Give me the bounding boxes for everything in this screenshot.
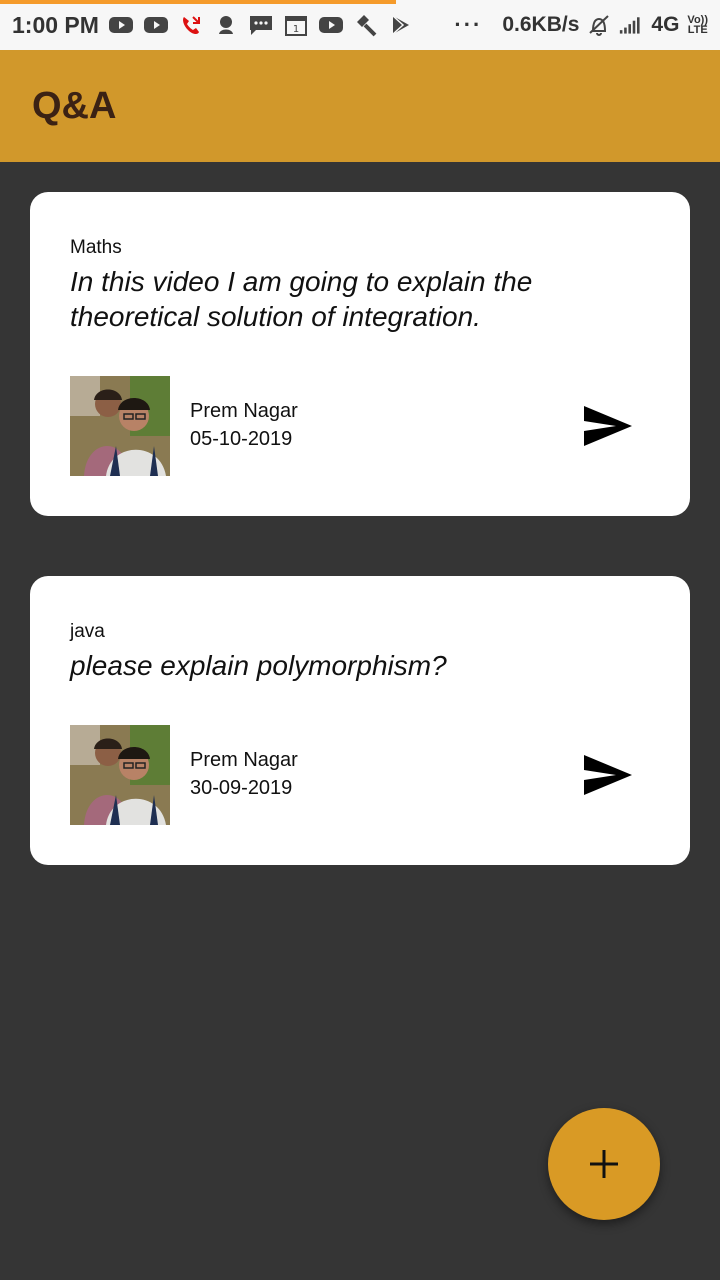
send-button[interactable] [582,404,634,448]
author-avatar [70,376,170,476]
play-store-icon [389,14,413,36]
missed-call-icon [179,14,203,36]
app-bar: Q&A [0,50,720,162]
plus-icon [590,1150,618,1178]
more-notifications-indicator: ··· [454,12,483,37]
youtube-icon [108,14,133,36]
avatar-notification-icon [214,14,238,36]
youtube-icon [318,14,343,36]
svg-text:1: 1 [293,24,299,35]
network-speed: 0.6KB/s [502,13,580,36]
signal-icon [619,14,643,36]
status-bar: 1:00 PM 1 ··· 0.6KB/s 4G Vo)) LTE [0,0,720,50]
question-subject: Maths [70,237,122,258]
message-icon [249,14,273,36]
youtube-icon [143,14,168,36]
volte-indicator: Vo)) LTE [687,15,708,36]
post-date: 30-09-2019 [190,777,293,799]
hammer-icon [354,14,378,37]
author-name: Prem Nagar [190,400,298,422]
volte-bottom: LTE [687,24,708,36]
add-question-button[interactable] [548,1108,660,1220]
status-time: 1:00 PM [12,11,99,38]
page-title: Q&A [32,84,117,127]
author-avatar [70,725,170,825]
alarm-off-icon [587,14,611,36]
send-button[interactable] [582,753,634,797]
question-text: please explain polymorphism? [70,650,447,681]
question-card[interactable]: Maths In this video I am going to explai… [30,192,690,516]
question-card[interactable]: java please explain polymorphism? Prem N… [30,576,690,865]
loading-progress [0,0,396,4]
network-type: 4G [651,13,680,36]
question-text: In this video I am going to explain the … [70,266,533,332]
calendar-icon: 1 [284,14,308,36]
post-date: 05-10-2019 [190,428,293,450]
send-icon [584,406,632,446]
author-name: Prem Nagar [190,749,298,771]
question-subject: java [70,621,105,642]
send-icon [584,755,632,795]
